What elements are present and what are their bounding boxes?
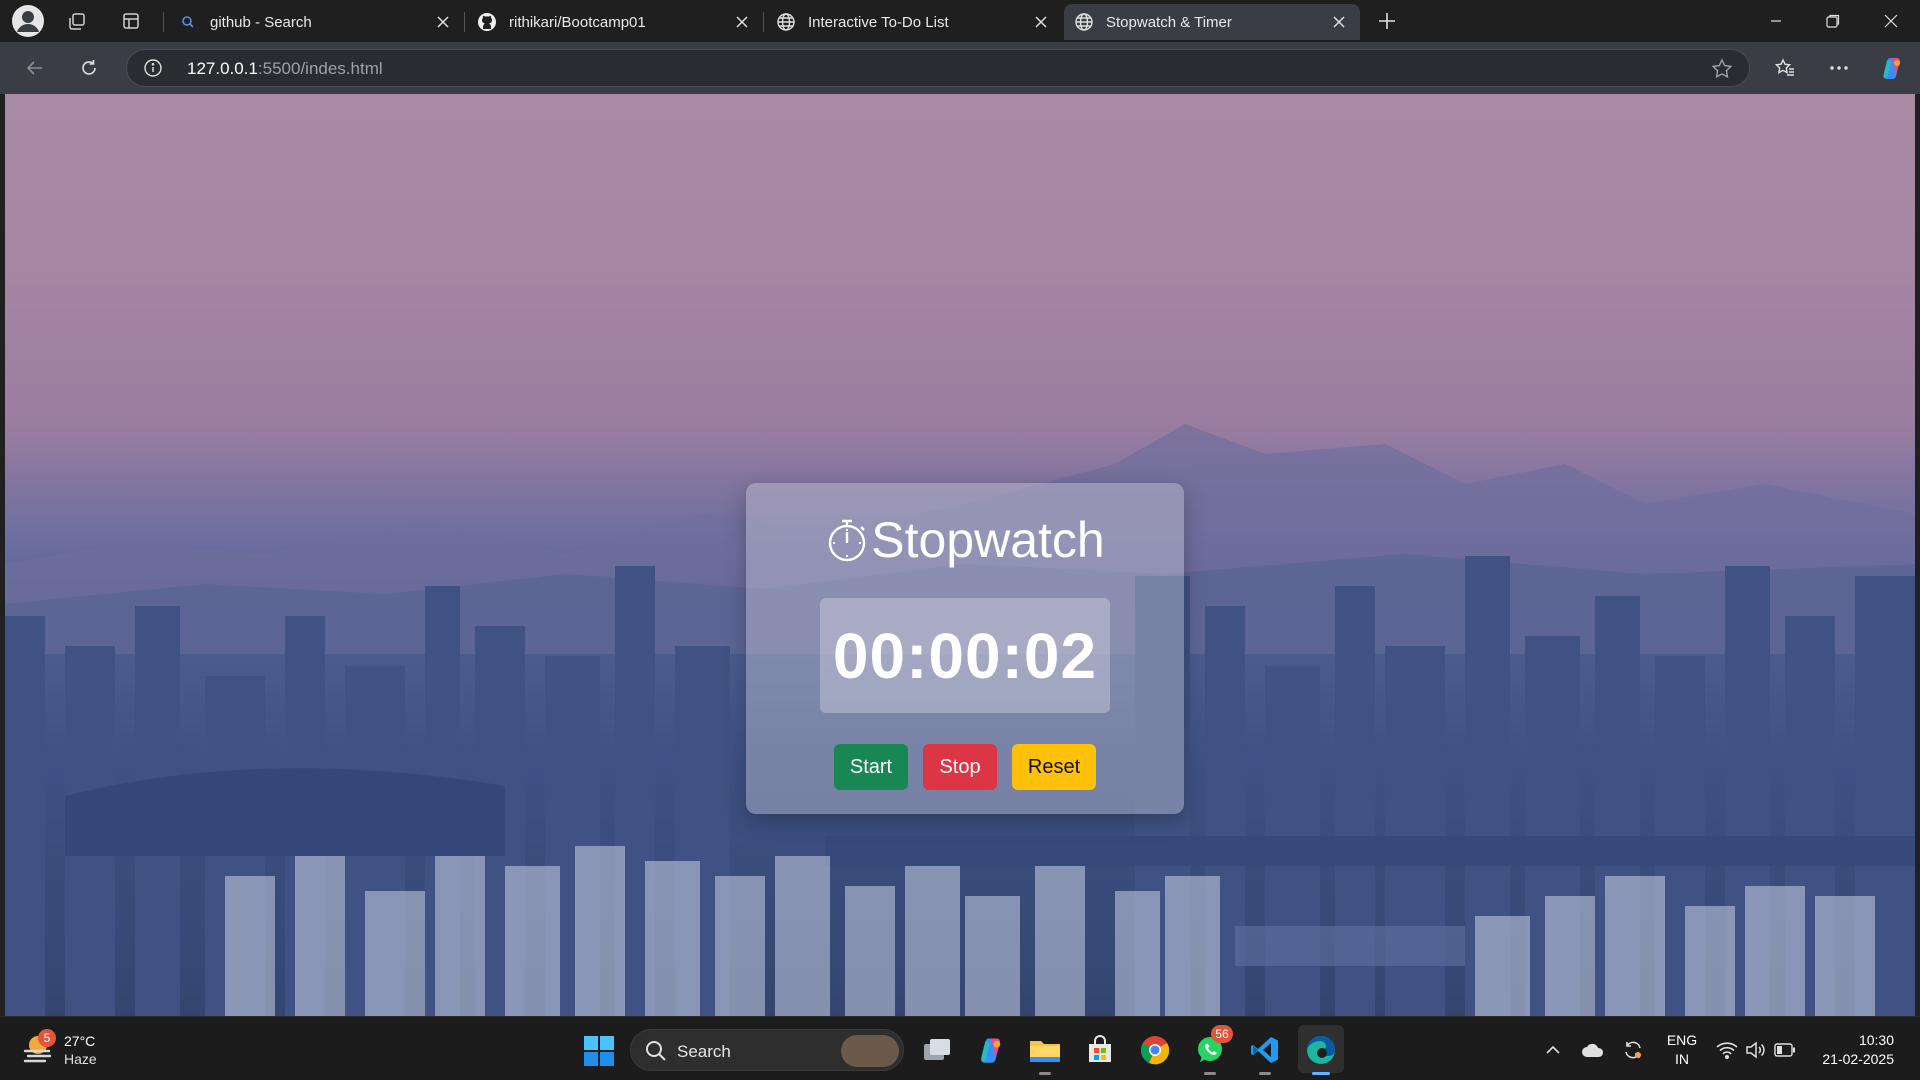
page-title: Stopwatch — [871, 512, 1105, 568]
back-button[interactable] — [20, 53, 50, 83]
time-display: 00:00:02 — [820, 598, 1110, 713]
restore-button[interactable] — [1813, 6, 1853, 36]
browser-toolbar: 127.0.0.1:5500/indes.html — [0, 42, 1920, 94]
profile-avatar[interactable] — [12, 5, 44, 37]
url-text[interactable]: 127.0.0.1:5500/indes.html — [187, 59, 383, 79]
close-tab-icon[interactable] — [432, 11, 454, 33]
tab-separator — [763, 12, 764, 32]
vertical-tabs-icon[interactable] — [116, 6, 146, 36]
whatsapp-icon[interactable]: 56 — [1193, 1025, 1233, 1075]
search-icon — [178, 12, 198, 32]
region-code: IN — [1675, 1051, 1689, 1067]
running-indicator — [1259, 1072, 1271, 1075]
system-clock[interactable]: 10:30 21-02-2025 — [1810, 1031, 1894, 1069]
whatsapp-badge: 56 — [1211, 1025, 1233, 1043]
close-tab-icon[interactable] — [1030, 11, 1052, 33]
edge-icon[interactable] — [1304, 1033, 1338, 1075]
show-hidden-icons-chevron-up-icon[interactable] — [1540, 1037, 1566, 1063]
favorites-icon[interactable] — [1770, 53, 1800, 83]
new-tab-button[interactable] — [1372, 6, 1402, 36]
refresh-button[interactable] — [74, 53, 104, 83]
volume-icon[interactable] — [1742, 1037, 1768, 1063]
page-viewport: Stopwatch 00:00:02 Start Stop Reset — [5, 94, 1915, 1016]
url-path: :5500/indes.html — [257, 59, 383, 78]
tab-github-repo[interactable]: rithikari/Bootcamp01 — [467, 4, 763, 40]
github-icon — [477, 12, 497, 32]
clock-time: 10:30 — [1858, 1032, 1894, 1048]
wifi-icon[interactable] — [1714, 1037, 1740, 1063]
globe-icon — [1074, 12, 1094, 32]
search-label: Search — [677, 1042, 731, 1061]
language-code: ENG — [1666, 1032, 1698, 1048]
running-indicator — [1039, 1072, 1051, 1075]
clock-date: 21-02-2025 — [1822, 1051, 1894, 1067]
windows-taskbar: 5 27°C Haze Search 56 ENG IN 10:30 21-02… — [0, 1016, 1920, 1080]
battery-icon[interactable] — [1772, 1037, 1798, 1063]
onedrive-cloud-icon[interactable] — [1580, 1037, 1606, 1063]
copilot-app-icon[interactable] — [974, 1033, 1008, 1067]
stopwatch-icon — [825, 517, 869, 563]
tab-todo-list[interactable]: Interactive To-Do List — [766, 4, 1062, 40]
close-window-button[interactable] — [1871, 6, 1911, 36]
close-tab-icon[interactable] — [731, 11, 753, 33]
microsoft-store-icon[interactable] — [1083, 1033, 1117, 1067]
running-indicator — [1312, 1072, 1330, 1075]
input-language-indicator[interactable]: ENG IN — [1662, 1031, 1702, 1069]
browser-titlebar: github - Search rithikari/Bootcamp01 Int… — [0, 0, 1920, 42]
copilot-icon[interactable] — [1877, 53, 1907, 83]
weather-badge: 5 — [38, 1029, 56, 1047]
minimize-button[interactable] — [1756, 6, 1796, 36]
reset-button[interactable]: Reset — [1012, 744, 1096, 790]
file-explorer-icon[interactable] — [1028, 1033, 1062, 1075]
sync-icon[interactable] — [1620, 1037, 1646, 1063]
url-host: 127.0.0.1 — [187, 59, 258, 78]
vscode-icon[interactable] — [1248, 1033, 1282, 1075]
start-button[interactable]: Start — [834, 744, 908, 790]
tab-title: github - Search — [210, 13, 312, 31]
windows-start-icon[interactable] — [583, 1035, 615, 1067]
stopwatch-card: Stopwatch 00:00:02 Start Stop Reset — [746, 483, 1184, 814]
weather-temperature: 27°C — [64, 1033, 96, 1049]
tab-title: Interactive To-Do List — [808, 13, 949, 31]
weather-condition: Haze — [64, 1051, 97, 1067]
tab-github-search[interactable]: github - Search — [168, 4, 464, 40]
stopwatch-heading: Stopwatch — [746, 511, 1184, 569]
tab-separator — [464, 12, 465, 32]
tab-title: rithikari/Bootcamp01 — [509, 13, 646, 31]
stop-button[interactable]: Stop — [923, 744, 997, 790]
running-indicator — [1204, 1072, 1216, 1075]
weather-widget[interactable]: 5 27°C Haze — [22, 1029, 112, 1071]
taskbar-search[interactable]: Search — [630, 1029, 904, 1071]
more-menu-icon[interactable] — [1824, 53, 1854, 83]
search-highlight-image — [841, 1035, 899, 1067]
site-info-icon[interactable] — [143, 58, 163, 78]
close-tab-icon[interactable] — [1328, 11, 1350, 33]
tab-separator — [163, 12, 164, 32]
task-view-icon[interactable] — [920, 1033, 954, 1067]
tab-title: Stopwatch & Timer — [1106, 13, 1232, 31]
favorite-star-icon[interactable] — [1711, 58, 1733, 80]
search-icon — [645, 1040, 667, 1062]
chrome-icon[interactable] — [1138, 1033, 1172, 1067]
tab-stopwatch[interactable]: Stopwatch & Timer — [1064, 4, 1360, 40]
workspaces-icon[interactable] — [62, 6, 92, 36]
globe-icon — [776, 12, 796, 32]
address-bar[interactable]: 127.0.0.1:5500/indes.html — [126, 49, 1750, 87]
